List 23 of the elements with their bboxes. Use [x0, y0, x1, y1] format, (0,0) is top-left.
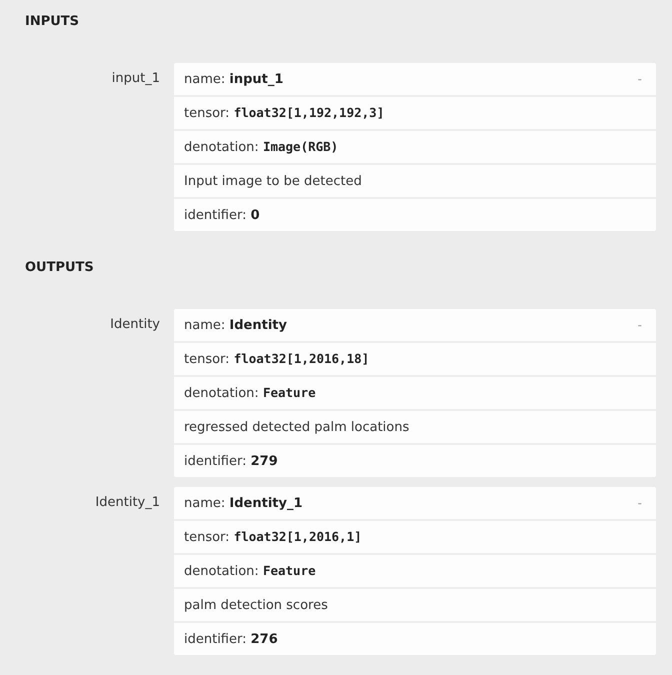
description-text: Input image to be detected [184, 174, 362, 188]
property-text: denotation: Image(RGB) [184, 139, 338, 155]
collapse-toggle[interactable]: - [634, 496, 646, 510]
property-text: identifier: 0 [184, 208, 260, 222]
property-text: name: Identity [184, 318, 287, 332]
property-text: tensor: float32[1,2016,18] [184, 351, 370, 367]
property-text: tensor: float32[1,2016,1] [184, 529, 362, 545]
argument-label: Identity_1 [95, 495, 160, 510]
property-text: denotation: Feature [184, 563, 316, 579]
argument-label: Identity [110, 317, 160, 332]
property-text: name: input_1 [184, 72, 284, 86]
property-text: identifier: 279 [184, 454, 278, 468]
description-text: palm detection scores [184, 598, 328, 612]
description-text: regressed detected palm locations [184, 420, 410, 434]
collapse-toggle[interactable]: - [634, 318, 646, 332]
property-text: denotation: Feature [184, 385, 316, 401]
section-title: INPUTS [25, 13, 80, 31]
property-text: identifier: 276 [184, 632, 278, 646]
property-text: tensor: float32[1,192,192,3] [184, 105, 384, 121]
section-title: OUTPUTS [25, 259, 95, 277]
collapse-toggle[interactable]: - [634, 72, 646, 86]
property-text: name: Identity_1 [184, 496, 303, 510]
argument-label: input_1 [112, 71, 160, 86]
